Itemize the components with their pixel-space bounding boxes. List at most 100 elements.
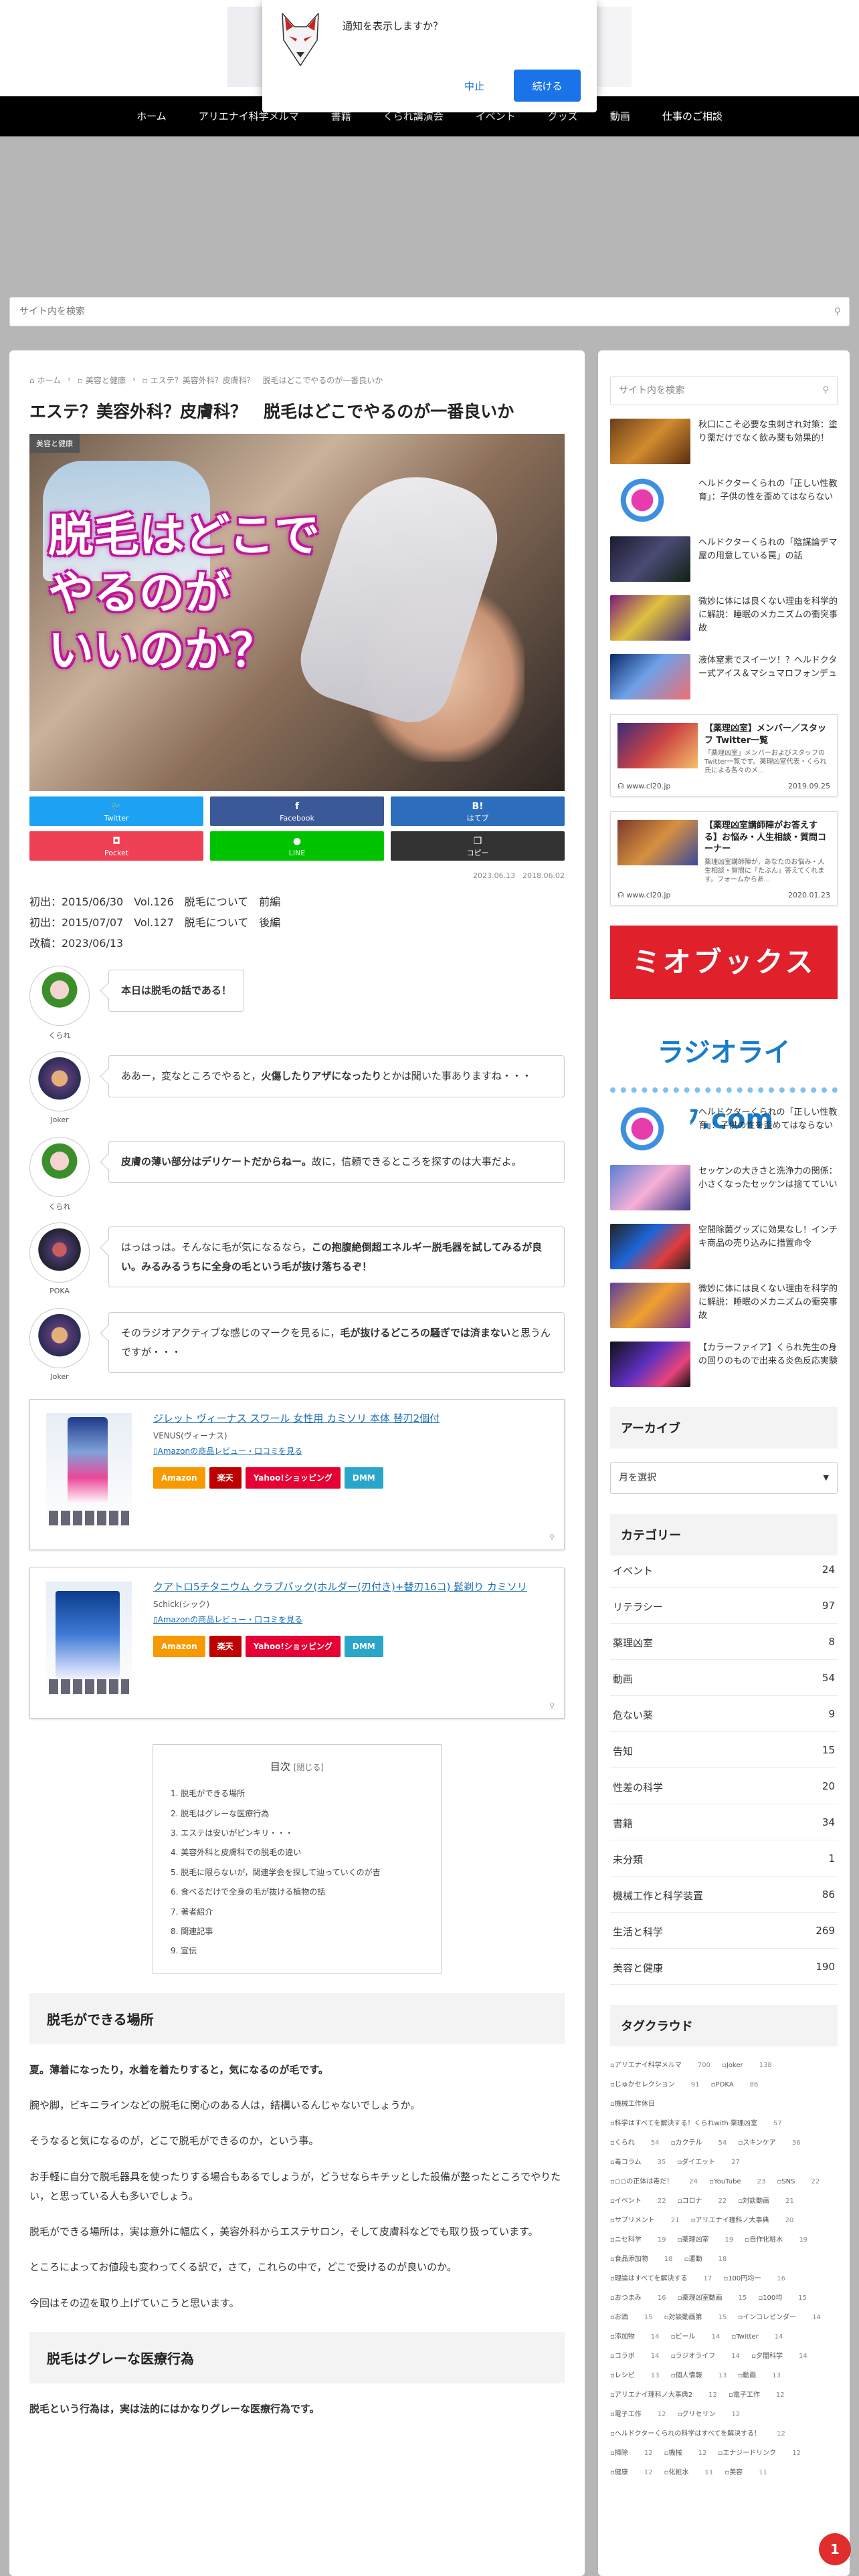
tag-link[interactable]: ▫掃除 12 [610, 2450, 653, 2457]
toc-item[interactable]: 5. 脱毛に限らないが，関連学会を探して辿っていくのが吉 [171, 1863, 423, 1883]
sidebar-post[interactable]: 微妙に体には良くない理由を科学的に解説：睡眠のメカニズムの衝突事故 [610, 1282, 838, 1328]
nav-item-home[interactable]: ホーム [120, 96, 183, 136]
share-line-button[interactable]: ● LINE [210, 831, 384, 861]
tag-link[interactable]: ▫POKA 86 [711, 2081, 759, 2088]
rakuten-button[interactable]: 楽天 [209, 1467, 242, 1489]
header-search-input[interactable]: サイト内を検索 ⚲ [9, 297, 850, 326]
category-item[interactable]: 動画 54 [610, 1660, 838, 1696]
category-item[interactable]: イベント 24 [610, 1555, 838, 1588]
tag-link[interactable]: ▫Twitter 14 [731, 2333, 783, 2341]
sidebar-post[interactable]: ヘルドクターくられの「陰謀論デマ屋の用意している罠」の話 [610, 536, 838, 582]
tag-link[interactable]: ▫添加物 14 [610, 2333, 660, 2341]
product-review-link[interactable]: ▯Amazonの商品レビュー・口コミを見る [153, 1445, 548, 1457]
yahoo-button[interactable]: Yahoo!ショッピング [245, 1636, 341, 1658]
mio-books-banner[interactable]: ミオブックス [610, 925, 838, 999]
tag-link[interactable]: ▫YouTube 23 [709, 2178, 765, 2185]
sidebar-post[interactable]: 【カラーファイア】くられ先生の身の回りのもので出来る炎色反応実験 [610, 1341, 838, 1387]
toc-item[interactable]: 2. 脱毛はグレーな医療行為 [171, 1804, 423, 1824]
tag-link[interactable]: ▫健康 12 [610, 2469, 653, 2476]
tag-link[interactable]: ▫アリエナイ理科ノ大事典 20 [691, 2217, 794, 2224]
tag-link[interactable]: ▫100均 15 [758, 2294, 807, 2302]
category-tag[interactable]: 美容と健康 [29, 433, 80, 453]
tag-link[interactable]: ▫SNS 22 [777, 2178, 820, 2185]
sidebar-post[interactable]: 液体窒素でスイーツ！？ヘルドクター式アイス＆マシュマロフォンデュ [610, 654, 838, 700]
product-review-link[interactable]: ▯Amazonの商品レビュー・口コミを見る [153, 1614, 548, 1625]
toc-item[interactable]: 7. 著者紹介 [171, 1903, 423, 1922]
dmm-button[interactable]: DMM [344, 1467, 383, 1489]
tag-link[interactable]: ▫薬理凶室 19 [678, 2236, 734, 2244]
tag-link[interactable]: ▫ダイエット 27 [677, 2159, 739, 2166]
tag-link[interactable]: ▫スキンケア 36 [738, 2139, 800, 2147]
tag-link[interactable]: ▫くられ 54 [610, 2139, 660, 2147]
category-item[interactable]: 機械工作と科学装置 86 [610, 1876, 838, 1913]
product-image[interactable] [46, 1413, 132, 1531]
blog-card[interactable]: 【薬理凶室講師陣がお答えする】お悩み・人生相談・質問コーナー 薬理凶室講師陣が，あ… [610, 811, 838, 905]
share-twitter-button[interactable]: 🐦 Twitter [29, 796, 203, 826]
share-facebook-button[interactable]: f Facebook [210, 796, 384, 826]
sidebar-post[interactable]: 空間除菌グッズに効果なし！インチキ商品の売り込みに措置命令 [610, 1223, 838, 1269]
category-item[interactable]: 薬理凶室 8 [610, 1624, 838, 1660]
category-item[interactable]: 性差の科学 20 [610, 1768, 838, 1804]
toc-item[interactable]: 9. 宣伝 [171, 1941, 423, 1961]
archive-select[interactable]: 月を選択 ▼ [610, 1461, 838, 1494]
tag-link[interactable]: ▫ビール 14 [671, 2333, 721, 2341]
toc-toggle[interactable]: [閉じる] [294, 1763, 324, 1772]
search-icon[interactable]: ⚲ [834, 298, 841, 326]
tag-link[interactable]: ▫じゅかセレクション 91 [610, 2081, 700, 2088]
tag-link[interactable]: ▫おつまみ 16 [610, 2294, 666, 2302]
toc-item[interactable]: 3. エステは安いがピンキリ・・・ [171, 1824, 423, 1843]
tag-link[interactable]: ▫夕闇科学 14 [751, 2353, 807, 2360]
tag-link[interactable]: ▫ヘルドクターくられの科学はすべてを解決する！ 12 [610, 2430, 785, 2438]
product-image[interactable] [46, 1582, 132, 1700]
amazon-button[interactable]: Amazon [153, 1467, 205, 1489]
category-item[interactable]: リテラシー 97 [610, 1588, 838, 1624]
tag-link[interactable]: ▫コロナ 22 [678, 2197, 727, 2205]
tag-link[interactable]: ▫アリエナイ理科ノ大事典2 12 [610, 2391, 717, 2399]
tag-link[interactable]: ▫対談動画第 15 [664, 2314, 727, 2321]
blog-card[interactable]: 【薬理凶室】メンバー／スタッフ Twitter一覧 「薬理凶室」メンバーおよびスタ… [610, 714, 838, 797]
toc-item[interactable]: 8. 関連記事 [171, 1922, 423, 1941]
tag-link[interactable]: ▫レシピ 13 [610, 2372, 660, 2379]
sidebar-post[interactable]: 秋口にこそ必要な虫刺され対策：塗り薬だけでなく飲み薬も効果的！ [610, 419, 838, 464]
category-item[interactable]: 危ない薬 9 [610, 1696, 838, 1732]
notification-allow-button[interactable]: 続ける [514, 70, 581, 102]
yahoo-button[interactable]: Yahoo!ショッピング [245, 1467, 341, 1489]
breadcrumb-home[interactable]: ⌂ ホーム [29, 374, 61, 386]
tag-link[interactable]: ▫電子工作 12 [729, 2391, 785, 2399]
tag-link[interactable]: ▫○○の正体は毒だ！ 24 [610, 2178, 698, 2185]
dmm-button[interactable]: DMM [344, 1636, 383, 1658]
tag-link[interactable]: ▫グリセリン 12 [678, 2411, 741, 2418]
tag-link[interactable]: ▫科学はすべてを解決する！くられwith 薬理凶室 57 [610, 2120, 782, 2127]
tag-link[interactable]: ▫カクテル 54 [671, 2139, 727, 2147]
sidebar-post[interactable]: ヘルドクターくられの「正しい性教育」：子供の性を歪めてはならない [610, 477, 838, 523]
tag-link[interactable]: ▫100円均一 16 [723, 2275, 785, 2282]
category-item[interactable]: 美容と健康 190 [610, 1949, 838, 1985]
tag-link[interactable]: ▫お酒 15 [610, 2314, 653, 2321]
category-item[interactable]: 告知 15 [610, 1732, 838, 1768]
tag-link[interactable]: ▫機械工作休日 [610, 2101, 671, 2108]
toc-item[interactable]: 6. 食べるだけで全身の毛が抜ける植物の話 [171, 1883, 423, 1902]
tag-link[interactable]: ▫個人情報 13 [671, 2372, 727, 2379]
tag-link[interactable]: ▫機械 12 [664, 2450, 707, 2457]
category-item[interactable]: 未分類 1 [610, 1840, 838, 1876]
search-icon[interactable]: ⚲ [822, 377, 829, 405]
share-copy-button[interactable]: ❐ コピー [391, 831, 565, 861]
tag-link[interactable]: ▫美容 11 [725, 2469, 767, 2476]
notification-deny-button[interactable]: 中止 [453, 72, 496, 99]
category-item[interactable]: 書籍 34 [610, 1804, 838, 1840]
tag-link[interactable]: ▫アリエナイ科学メルマ 700 [610, 2062, 710, 2069]
notification-badge[interactable]: 1 [819, 2533, 851, 2565]
share-hatena-button[interactable]: B! はてブ [391, 796, 565, 826]
share-pocket-button[interactable]: ◘ Pocket [29, 831, 203, 861]
tag-link[interactable]: ▫対談動画 21 [738, 2197, 794, 2205]
toc-item[interactable]: 1. 脱毛ができる場所 [171, 1784, 423, 1804]
tag-link[interactable]: ▫自作化粧水 19 [745, 2236, 807, 2244]
tag-link[interactable]: ▫薬理凶室動画 15 [678, 2294, 747, 2302]
sidebar-post[interactable]: 微妙に体には良くない理由を科学的に解説：睡眠のメカニズムの衝突事故 [610, 595, 838, 641]
amazon-button[interactable]: Amazon [153, 1636, 205, 1658]
radiolife-banner[interactable]: ラジオライフ.com [610, 1018, 838, 1135]
sidebar-post[interactable]: セッケンの大きさと洗浄力の関係：小さくなったセッケンは捨てていい [610, 1164, 838, 1210]
tag-link[interactable]: ▫動画 13 [738, 2372, 781, 2379]
toc-item[interactable]: 4. 美容外科と皮膚科での脱毛の違い [171, 1843, 423, 1862]
tag-link[interactable]: ▫ラジオライフ 14 [671, 2353, 740, 2360]
